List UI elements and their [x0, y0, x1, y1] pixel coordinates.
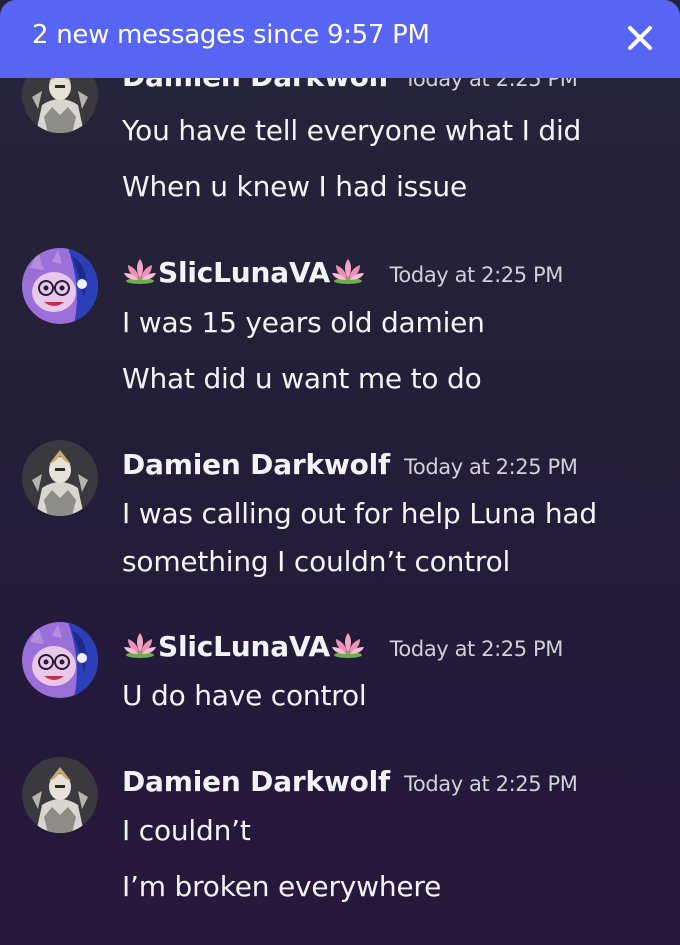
username[interactable]: Damien Darkwolf: [122, 765, 390, 798]
message-text: U do have control: [122, 679, 367, 712]
armored-knight-avatar-image: [22, 440, 98, 516]
timestamp: Today at 2:25 PM: [404, 772, 578, 796]
timestamp: Today at 2:25 PM: [389, 263, 564, 287]
close-button[interactable]: [620, 18, 660, 58]
timestamp: Today at 2:25 PM: [404, 455, 578, 479]
message-header: SlicLunaVA Today at 2:25 PM: [122, 256, 563, 289]
username[interactable]: SlicLunaVA: [122, 630, 376, 663]
username-text: SlicLunaVA: [158, 256, 331, 289]
lotus-icon: [330, 631, 366, 659]
message-text: What did u want me to do: [122, 362, 482, 395]
close-icon: [628, 26, 652, 50]
message-header: SlicLunaVA Today at 2:25 PM: [122, 630, 563, 663]
message-list: Damien Darkwolf Today at 2:25 PM You have…: [0, 0, 680, 945]
message-text: I was calling out for help Luna had some…: [122, 497, 597, 578]
avatar[interactable]: [22, 622, 98, 698]
avatar[interactable]: [22, 757, 98, 833]
message-text: I’m broken everywhere: [122, 870, 442, 903]
message-header: Damien Darkwolf Today at 2:25 PM: [122, 448, 578, 481]
timestamp: Today at 2:25 PM: [389, 637, 564, 661]
message-text: I couldn’t: [122, 814, 251, 847]
avatar[interactable]: [22, 440, 98, 516]
avatar[interactable]: [22, 248, 98, 324]
purple-anime-avatar-image: [22, 248, 98, 324]
message-text: I was 15 years old damien: [122, 306, 485, 339]
message-text: You have tell everyone what I did: [122, 114, 582, 147]
message-text: When u knew I had issue: [122, 170, 468, 203]
armored-knight-avatar-image: [22, 757, 98, 833]
lotus-icon: [330, 257, 366, 285]
new-messages-text: 2 new messages since 9:57 PM: [32, 20, 430, 50]
lotus-icon: [122, 257, 158, 285]
username[interactable]: SlicLunaVA: [122, 256, 376, 289]
lotus-icon: [122, 631, 158, 659]
new-messages-banner[interactable]: 2 new messages since 9:57 PM: [0, 0, 680, 78]
username-text: SlicLunaVA: [158, 630, 331, 663]
message-header: Damien Darkwolf Today at 2:25 PM: [122, 765, 578, 798]
purple-anime-avatar-image: [22, 622, 98, 698]
username[interactable]: Damien Darkwolf: [122, 448, 390, 481]
